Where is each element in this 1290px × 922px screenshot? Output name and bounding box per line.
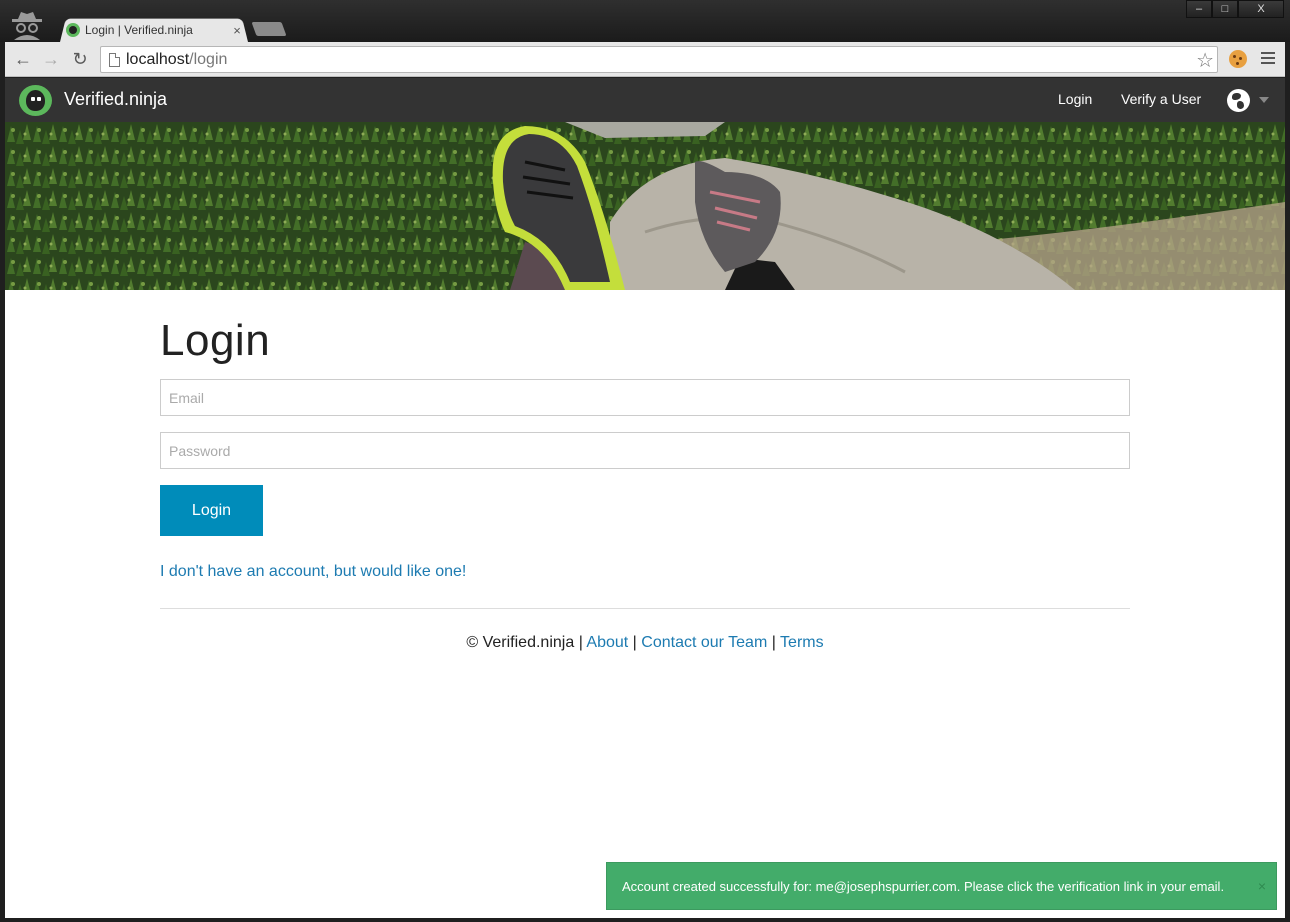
browser-tab[interactable]: Login | Verified.ninja ×	[66, 19, 244, 41]
password-field[interactable]	[160, 432, 1130, 469]
page-icon	[109, 53, 120, 67]
tab-close-icon[interactable]: ×	[230, 23, 244, 38]
cookie-icon[interactable]	[1229, 50, 1247, 68]
tab-title: Login | Verified.ninja	[85, 23, 193, 37]
toast-message: Account created successfully for: me@jos…	[622, 878, 1225, 894]
brand-name[interactable]: Verified.ninja	[64, 89, 167, 110]
address-bar[interactable]: localhost/login ☆	[100, 46, 1218, 73]
url-path: /login	[189, 51, 228, 68]
window-controls: – □ X	[1186, 0, 1284, 18]
site-navbar: Verified.ninja Login Verify a User	[5, 78, 1285, 122]
login-button[interactable]: Login	[160, 485, 263, 536]
url-text: localhost/login	[126, 51, 227, 69]
back-arrow-icon[interactable]: ←	[11, 48, 35, 70]
browser-toolbar: ← → ↻ localhost/login ☆	[5, 42, 1285, 77]
divider	[160, 608, 1130, 609]
ninja-logo-icon[interactable]	[19, 85, 52, 116]
copyright-text: © Verified.ninja	[466, 634, 575, 651]
footer: © Verified.ninja | About | Contact our T…	[160, 634, 1130, 652]
reload-icon[interactable]: ↻	[68, 48, 92, 70]
forward-arrow-icon[interactable]: →	[39, 48, 63, 70]
page-title: Login	[160, 316, 271, 365]
footer-separator: |	[578, 634, 583, 651]
url-host: localhost	[126, 51, 190, 68]
minimize-button[interactable]: –	[1186, 0, 1212, 18]
nav-login-link[interactable]: Login	[1058, 91, 1092, 107]
footer-separator: |	[771, 634, 776, 651]
signup-link[interactable]: I don't have an account, but would like …	[160, 563, 466, 581]
chevron-down-icon[interactable]	[1259, 97, 1269, 103]
hero-banner-image	[5, 122, 1285, 290]
close-window-button[interactable]: X	[1238, 0, 1284, 18]
globe-icon[interactable]	[1227, 89, 1250, 112]
browser-titlebar: Login | Verified.ninja × – □ X	[0, 0, 1290, 42]
close-icon[interactable]: ×	[1258, 878, 1266, 894]
footer-terms-link[interactable]: Terms	[780, 634, 824, 651]
footer-contact-link[interactable]: Contact our Team	[641, 634, 767, 651]
favicon-icon	[66, 23, 80, 37]
email-field[interactable]	[160, 379, 1130, 416]
browser-menu-icon[interactable]	[1261, 52, 1275, 64]
success-toast: Account created successfully for: me@jos…	[606, 862, 1277, 910]
page-viewport: Verified.ninja Login Verify a User Login…	[5, 78, 1285, 918]
footer-about-link[interactable]: About	[586, 634, 628, 651]
incognito-icon	[12, 12, 42, 40]
new-tab-button[interactable]	[251, 22, 287, 36]
maximize-button[interactable]: □	[1212, 0, 1238, 18]
nav-verify-user-link[interactable]: Verify a User	[1121, 91, 1201, 107]
bookmark-star-icon[interactable]: ☆	[1196, 48, 1214, 73]
footer-separator: |	[632, 634, 637, 651]
